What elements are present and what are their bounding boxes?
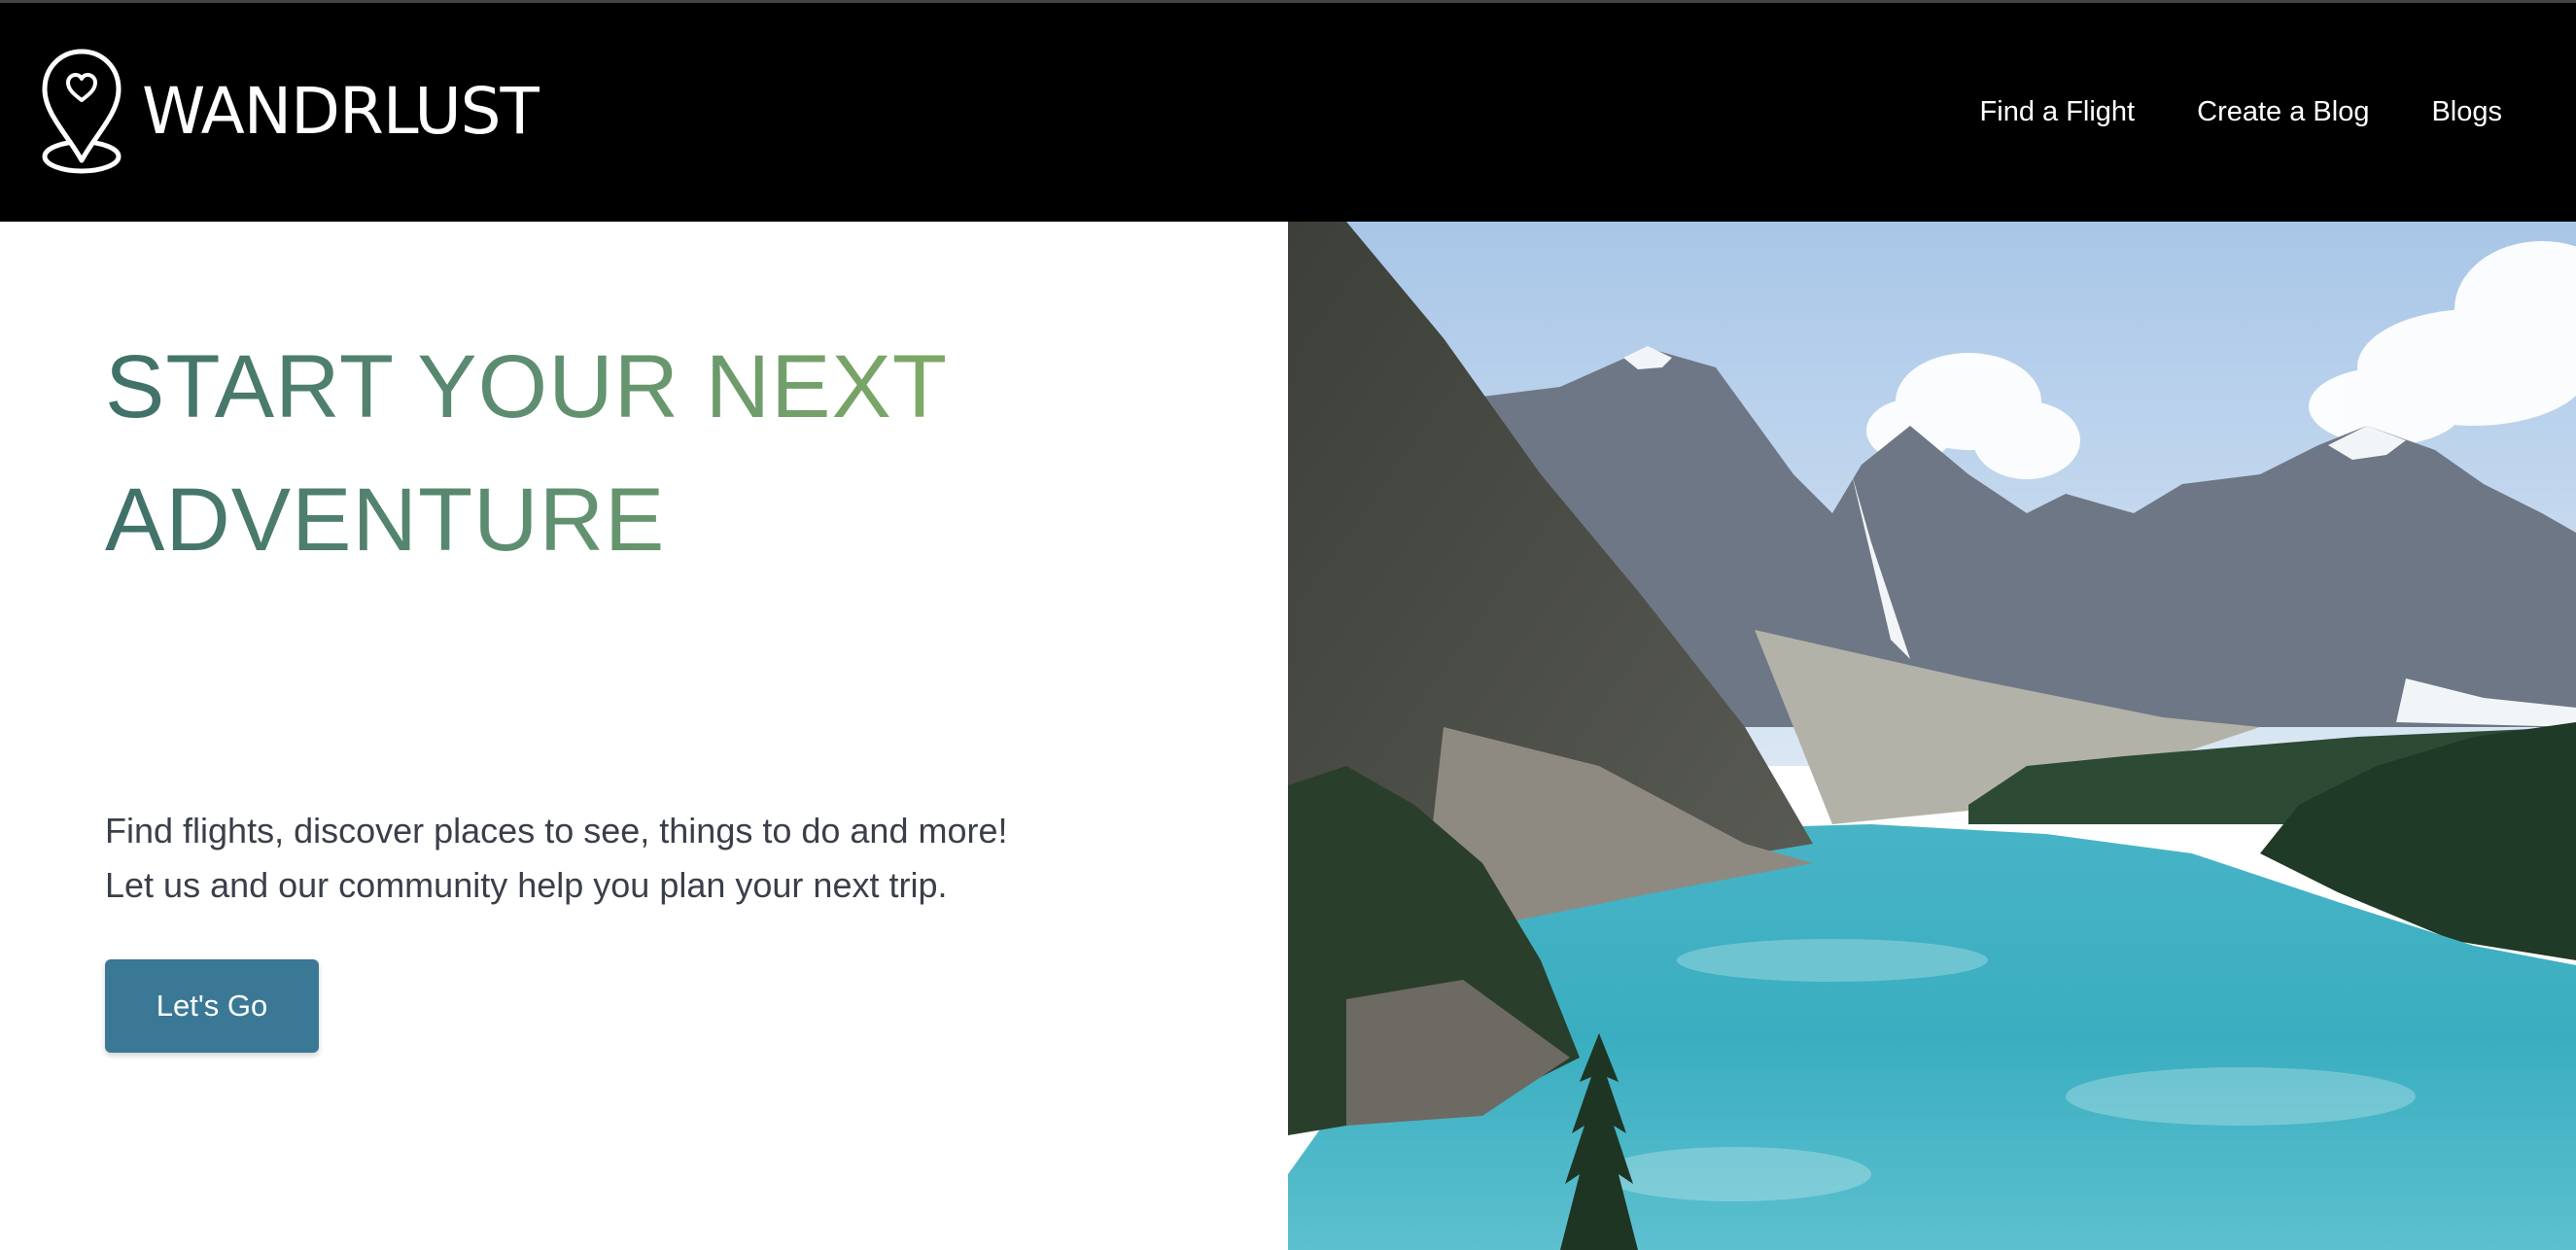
mountain-lake-illustration bbox=[1288, 222, 2576, 1250]
hero-title-line-2: ADVENTURE bbox=[105, 470, 666, 570]
hero-title-line-1: START YOUR NEXT bbox=[105, 337, 949, 436]
navbar: WANDRLUST Find a Flight Create a Blog Bl… bbox=[0, 3, 2576, 222]
lets-go-button[interactable]: Let's Go bbox=[105, 959, 319, 1053]
hero-image-mountain-lake bbox=[1288, 222, 2576, 1250]
brand-logo[interactable]: WANDRLUST bbox=[39, 46, 540, 177]
nav-blogs[interactable]: Blogs bbox=[2431, 96, 2502, 128]
hero-title: START YOUR NEXT ADVENTURE bbox=[105, 321, 1077, 587]
main-nav: Find a Flight Create a Blog Blogs bbox=[1918, 3, 2502, 222]
map-pin-heart-icon bbox=[42, 49, 122, 174]
hero-description-line-2: Let us and our community help you plan y… bbox=[105, 865, 948, 905]
hero-description: Find flights, discover places to see, th… bbox=[105, 804, 1223, 913]
hero-description-line-1: Find flights, discover places to see, th… bbox=[105, 811, 1008, 851]
nav-create-a-blog[interactable]: Create a Blog bbox=[2197, 96, 2369, 128]
nav-find-a-flight[interactable]: Find a Flight bbox=[1980, 96, 2136, 128]
brand-name: WANDRLUST bbox=[142, 73, 540, 149]
